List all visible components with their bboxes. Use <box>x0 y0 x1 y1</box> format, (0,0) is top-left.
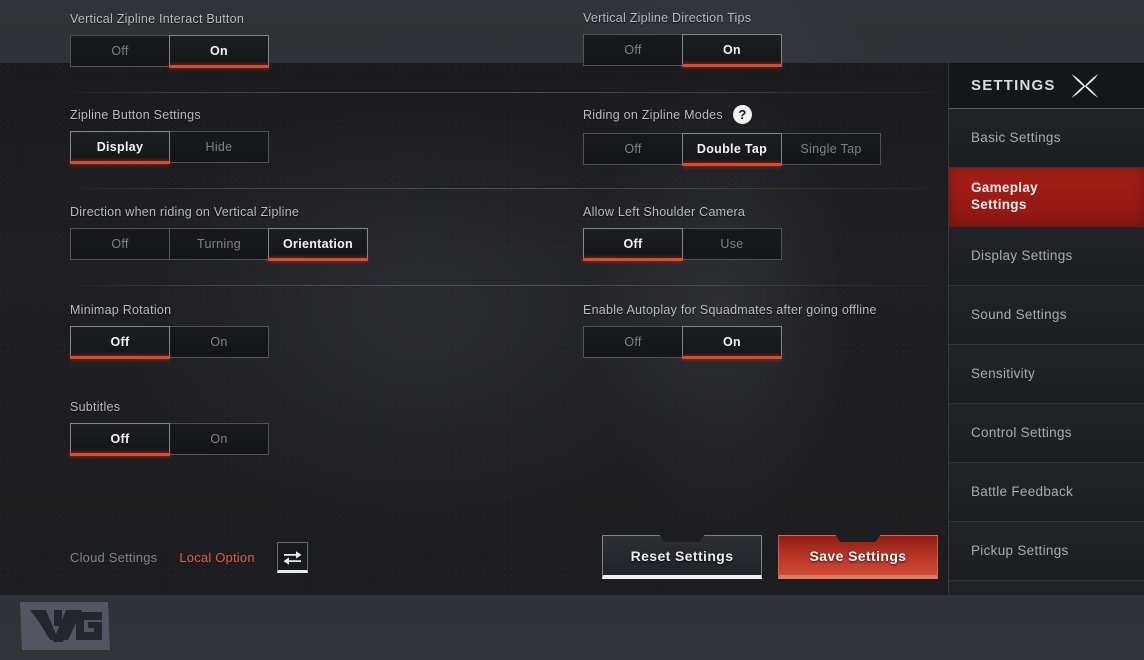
footer-left-controls: Cloud Settings Local Option <box>70 542 308 573</box>
segmented-control: Off On <box>583 34 943 67</box>
option-off[interactable]: Off <box>583 228 683 261</box>
option-on[interactable]: On <box>169 423 269 455</box>
local-option-link[interactable]: Local Option <box>179 550 254 565</box>
sidebar-item-battle-feedback[interactable]: Battle Feedback <box>949 463 1144 522</box>
option-off[interactable]: Off <box>70 326 170 359</box>
reset-settings-button[interactable]: Reset Settings <box>602 535 762 579</box>
option-use[interactable]: Use <box>682 228 782 260</box>
sidebar-header: SETTINGS <box>949 63 1144 109</box>
setting-label: Allow Left Shoulder Camera <box>583 205 746 219</box>
swap-settings-button[interactable] <box>276 542 308 573</box>
option-off[interactable]: Off <box>70 35 170 67</box>
option-single-tap[interactable]: Single Tap <box>781 133 881 165</box>
setting-label: Subtitles <box>70 400 121 414</box>
close-x-icon[interactable] <box>1070 73 1100 99</box>
setting-label: Minimap Rotation <box>70 303 172 317</box>
option-orientation[interactable]: Orientation <box>268 228 368 261</box>
setting-label: Direction when riding on Vertical Ziplin… <box>70 205 300 219</box>
segmented-control: Off Double Tap Single Tap <box>583 133 943 166</box>
section-divider <box>70 188 931 189</box>
setting-vertical-zipline-interact-button: Vertical Zipline Interact Button Off On <box>70 12 520 68</box>
sidebar-item-label: Gameplay Settings <box>971 180 1038 212</box>
sidebar-item-gameplay-settings[interactable]: Gameplay Settings <box>949 168 1144 227</box>
segmented-control: Off On <box>70 326 520 359</box>
vg-watermark-logo <box>20 602 110 650</box>
option-on[interactable]: On <box>169 35 269 68</box>
settings-content: Vertical Zipline Interact Button Off On … <box>0 0 948 579</box>
sidebar-item-basic-settings[interactable]: Basic Settings <box>949 109 1144 168</box>
setting-label: Enable Autoplay for Squadmates after goi… <box>583 303 877 317</box>
footer-action-buttons: Reset Settings Save Settings <box>602 535 938 579</box>
option-display[interactable]: Display <box>70 131 170 164</box>
setting-subtitles: Subtitles Off On <box>70 400 520 456</box>
setting-riding-on-zipline-modes: Riding on Zipline Modes ? Off Double Tap… <box>583 105 943 166</box>
sidebar-item-label: Sound Settings <box>971 306 1067 322</box>
sidebar-item-label: Battle Feedback <box>971 483 1074 499</box>
help-question-icon[interactable]: ? <box>732 105 752 124</box>
cloud-settings-link[interactable]: Cloud Settings <box>70 550 157 565</box>
sidebar-item-label: Pickup Settings <box>971 542 1069 558</box>
section-divider <box>70 285 931 286</box>
sidebar-item-control-settings[interactable]: Control Settings <box>949 404 1144 463</box>
setting-vertical-zipline-direction-tips: Vertical Zipline Direction Tips Off On <box>583 11 943 67</box>
sidebar-item-display-settings[interactable]: Display Settings <box>949 227 1144 286</box>
segmented-control: Display Hide <box>70 131 520 164</box>
save-settings-button[interactable]: Save Settings <box>778 535 938 579</box>
option-double-tap[interactable]: Double Tap <box>682 133 782 166</box>
option-off[interactable]: Off <box>70 423 170 456</box>
sidebar-item-label: Sensitivity <box>971 365 1036 381</box>
option-turning[interactable]: Turning <box>169 228 269 260</box>
setting-zipline-button-settings: Zipline Button Settings Display Hide <box>70 108 520 164</box>
segmented-control: Off Use <box>583 228 943 261</box>
setting-label: Zipline Button Settings <box>70 108 201 122</box>
segmented-control: Off On <box>583 326 943 359</box>
setting-direction-when-riding-vertical-zipline: Direction when riding on Vertical Ziplin… <box>70 205 520 261</box>
setting-allow-left-shoulder-camera: Allow Left Shoulder Camera Off Use <box>583 205 943 261</box>
setting-label-row: Riding on Zipline Modes ? <box>583 105 943 124</box>
setting-label: Riding on Zipline Modes <box>583 107 723 122</box>
segmented-control: Off Turning Orientation <box>70 228 520 261</box>
swap-arrows-icon <box>283 550 302 565</box>
setting-enable-autoplay-for-squadmates: Enable Autoplay for Squadmates after goi… <box>583 303 943 359</box>
segmented-control: Off On <box>70 35 520 68</box>
option-on[interactable]: On <box>169 326 269 358</box>
sidebar-item-label: Basic Settings <box>971 129 1061 145</box>
option-off[interactable]: Off <box>583 133 683 165</box>
sidebar-item-sound-settings[interactable]: Sound Settings <box>949 286 1144 345</box>
option-on[interactable]: On <box>682 326 782 359</box>
game-settings-screen: Vertical Zipline Interact Button Off On … <box>0 0 1144 660</box>
option-off[interactable]: Off <box>583 326 683 358</box>
sidebar-item-sensitivity[interactable]: Sensitivity <box>949 345 1144 404</box>
setting-minimap-rotation: Minimap Rotation Off On <box>70 303 520 359</box>
setting-label: Vertical Zipline Direction Tips <box>583 11 752 25</box>
sidebar-item-pickup-settings[interactable]: Pickup Settings <box>949 522 1144 581</box>
option-hide[interactable]: Hide <box>169 131 269 163</box>
section-divider <box>70 92 931 93</box>
settings-sidebar: SETTINGS Basic Settings Gameplay Setting… <box>948 63 1144 595</box>
sidebar-item-label: Control Settings <box>971 424 1072 440</box>
sidebar-title: SETTINGS <box>971 77 1056 94</box>
option-off[interactable]: Off <box>70 228 170 260</box>
option-on[interactable]: On <box>682 34 782 67</box>
setting-label: Vertical Zipline Interact Button <box>70 12 245 26</box>
sidebar-item-label: Display Settings <box>971 247 1073 263</box>
option-off[interactable]: Off <box>583 34 683 66</box>
segmented-control: Off On <box>70 423 520 456</box>
